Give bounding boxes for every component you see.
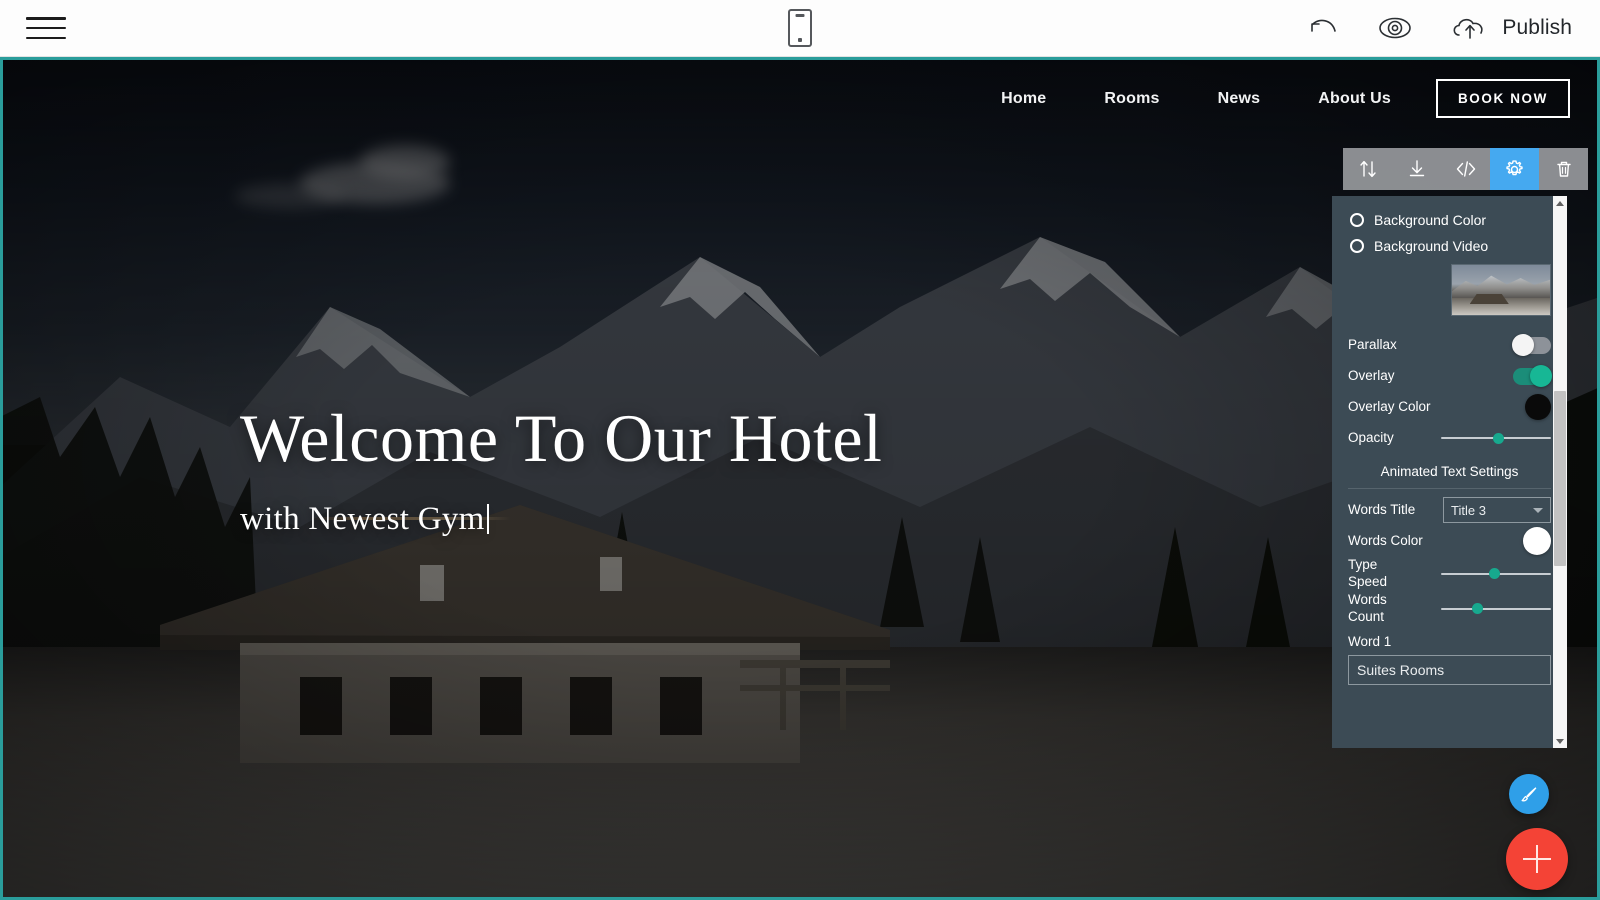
site-navigation: Home Rooms News About Us BOOK NOW <box>972 79 1570 118</box>
block-settings-icon[interactable] <box>1490 148 1539 190</box>
overlay-color-swatch[interactable] <box>1525 394 1551 420</box>
page-canvas[interactable]: Home Rooms News About Us BOOK NOW Welcom… <box>0 57 1600 900</box>
settings-panel-scrollbar[interactable] <box>1553 196 1567 748</box>
site-nav-item-rooms[interactable]: Rooms <box>1075 90 1188 108</box>
words-title-label: Words Title <box>1348 501 1416 517</box>
words-color-swatch[interactable] <box>1523 527 1551 555</box>
radio-icon[interactable] <box>1350 239 1364 253</box>
paint-brush-icon[interactable] <box>1509 774 1549 814</box>
cloud-upload-icon <box>1449 13 1491 43</box>
hamburger-line <box>26 36 66 39</box>
hero-title[interactable]: Welcome To Our Hotel <box>240 401 882 475</box>
overlay-row: Overlay <box>1348 361 1552 391</box>
words-color-row: Words Color <box>1348 526 1551 556</box>
move-block-icon[interactable] <box>1343 148 1392 190</box>
type-speed-slider[interactable] <box>1441 565 1551 583</box>
delete-block-icon[interactable] <box>1539 148 1588 190</box>
overlay-label: Overlay <box>1348 367 1395 383</box>
scroll-up-arrow-icon[interactable] <box>1553 196 1567 210</box>
background-image-thumbnail[interactable] <box>1451 264 1551 316</box>
site-nav-item-about-us[interactable]: About Us <box>1289 90 1420 108</box>
hamburger-menu-icon[interactable] <box>26 13 66 43</box>
app-toolbar: Publish <box>0 0 1600 57</box>
text-caret <box>486 504 489 535</box>
word1-input[interactable] <box>1348 654 1551 685</box>
animated-text-settings-heading: Animated Text Settings <box>1348 454 1551 489</box>
undo-icon[interactable] <box>1307 15 1341 41</box>
type-speed-label: Type Speed <box>1348 557 1388 589</box>
slider-knob[interactable] <box>1492 432 1504 444</box>
publish-button[interactable]: Publish <box>1449 13 1572 43</box>
opacity-row: Opacity <box>1348 423 1551 453</box>
site-nav-item-news[interactable]: News <box>1189 90 1290 108</box>
plus-icon[interactable] <box>1506 828 1568 890</box>
overlay-toggle[interactable] <box>1513 365 1552 387</box>
parallax-row: Parallax <box>1348 330 1551 360</box>
toggle-knob <box>1530 365 1552 387</box>
words-count-row: Words Count <box>1348 592 1551 626</box>
words-count-slider[interactable] <box>1441 600 1551 618</box>
hamburger-line <box>26 26 66 30</box>
background-color-label: Background Color <box>1374 212 1487 228</box>
app-toolbar-actions: Publish <box>1307 13 1572 43</box>
words-title-value: Title 3 <box>1451 502 1486 518</box>
settings-panel-body: Background Color Background Video Parall… <box>1332 196 1567 748</box>
toggle-knob <box>1512 334 1534 356</box>
slider-knob[interactable] <box>1489 568 1501 580</box>
block-toolbar <box>1343 148 1588 190</box>
word1-label: Word 1 <box>1348 633 1392 649</box>
plus-vertical <box>1535 845 1539 873</box>
parallax-label: Parallax <box>1348 336 1397 352</box>
opacity-slider[interactable] <box>1441 429 1551 447</box>
words-title-row: Words Title Title 3 <box>1348 495 1551 525</box>
eye-preview-icon[interactable] <box>1375 15 1415 41</box>
hamburger-line <box>26 17 66 20</box>
scrollbar-thumb[interactable] <box>1554 391 1566 566</box>
download-block-icon[interactable] <box>1392 148 1441 190</box>
edit-code-icon[interactable] <box>1441 148 1490 190</box>
background-color-option[interactable]: Background Color <box>1350 212 1551 228</box>
slider-knob[interactable] <box>1471 603 1483 615</box>
mobile-phone-icon[interactable] <box>788 9 812 47</box>
book-now-button[interactable]: BOOK NOW <box>1435 79 1570 118</box>
scroll-down-arrow-icon[interactable] <box>1553 734 1567 748</box>
block-settings-panel[interactable]: Background Color Background Video Parall… <box>1332 196 1567 748</box>
opacity-label: Opacity <box>1348 429 1394 445</box>
parallax-toggle[interactable] <box>1512 334 1551 356</box>
words-title-select[interactable]: Title 3 <box>1443 497 1551 523</box>
background-video-option[interactable]: Background Video <box>1350 238 1551 254</box>
background-video-label: Background Video <box>1374 238 1489 254</box>
type-speed-row: Type Speed <box>1348 557 1551 591</box>
phone-outline <box>788 9 812 47</box>
overlay-color-label: Overlay Color <box>1348 398 1431 414</box>
background-image-row <box>1348 264 1551 316</box>
words-color-label: Words Color <box>1348 532 1423 548</box>
site-nav-item-home[interactable]: Home <box>972 90 1075 108</box>
words-count-label: Words Count <box>1348 591 1387 624</box>
hero-subtitle[interactable]: with Newest Gym <box>240 501 485 538</box>
slider-track <box>1441 607 1551 610</box>
overlay-color-row: Overlay Color <box>1348 392 1551 422</box>
publish-label: Publish <box>1502 16 1572 39</box>
chevron-down-icon <box>1533 507 1543 513</box>
radio-icon[interactable] <box>1350 213 1364 227</box>
hero-text-block[interactable]: Welcome To Our Hotel with Newest Gym <box>240 401 882 538</box>
